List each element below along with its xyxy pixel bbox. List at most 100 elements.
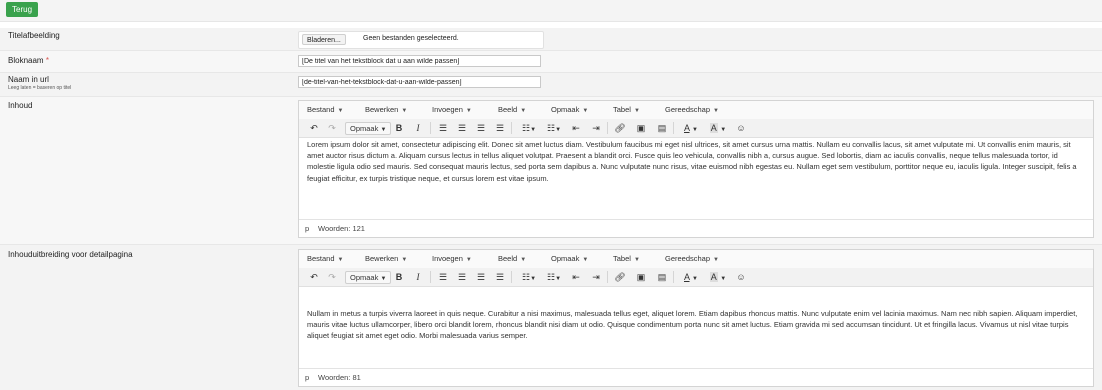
bold-button[interactable]: B (394, 271, 404, 283)
editor-menubar: Bestand ▼ Bewerken ▼ Invoegen ▼ Beeld ▼ Opma… (299, 101, 1093, 120)
align-center-icon[interactable]: ☰ (456, 122, 468, 134)
text-color-button[interactable]: A ▼ (680, 271, 702, 283)
naam-in-url-input[interactable] (298, 76, 541, 88)
chevron-down-icon: ▼ (520, 257, 527, 263)
bloknaam-label: Bloknaam * (8, 56, 49, 65)
align-center-icon[interactable]: ☰ (456, 271, 468, 283)
menu-tabel-label: Tabel (613, 105, 631, 114)
menu-bewerken[interactable]: Bewerken ▼ (365, 105, 407, 114)
inhoud-editor[interactable]: Bestand ▼ Bewerken ▼ Invoegen ▼ Beeld ▼ Opma… (298, 100, 1094, 238)
background-color-button[interactable]: A ▼ (707, 271, 729, 283)
menu-tabel[interactable]: Tabel ▼ (613, 254, 640, 263)
chevron-down-icon: ▼ (337, 257, 344, 263)
editor-content[interactable]: Lorem ipsum dolor sit amet, consectetur … (307, 139, 1085, 184)
numbered-list-icon[interactable]: ☷▼ (543, 271, 565, 283)
element-path[interactable]: p (305, 373, 309, 382)
indent-icon[interactable]: ⇥ (590, 271, 602, 283)
chevron-down-icon: ▼ (401, 108, 408, 114)
menu-bestand[interactable]: Bestand ▼ (307, 105, 343, 114)
align-right-icon[interactable]: ☰ (475, 122, 487, 134)
chevron-down-icon: ▼ (401, 257, 408, 263)
menu-beeld[interactable]: Beeld ▼ (498, 105, 526, 114)
image-icon[interactable]: ▣ (635, 271, 647, 283)
editor-menubar: Bestand ▼ Bewerken ▼ Invoegen ▼ Beeld ▼ Opma… (299, 250, 1093, 269)
format-dropdown[interactable]: Opmaak ▼ (345, 122, 392, 135)
bullet-list-icon[interactable]: ☷▼ (518, 122, 540, 134)
undo-icon[interactable]: ↶ (309, 122, 319, 134)
browse-button[interactable]: Bladeren... (302, 34, 346, 45)
image-icon[interactable]: ▣ (635, 122, 647, 134)
menu-beeld[interactable]: Beeld ▼ (498, 254, 526, 263)
menu-bewerken[interactable]: Bewerken ▼ (365, 254, 407, 263)
toolbar-divider (511, 271, 512, 283)
toolbar-divider (430, 122, 431, 134)
link-icon[interactable]: 🔗︎ (614, 271, 626, 283)
titelafbeelding-label: Titelafbeelding (8, 31, 60, 40)
emoticon-icon[interactable]: ☺ (735, 271, 747, 283)
titelafbeelding-file-input[interactable]: Bladeren... Geen bestanden geselecteerd. (298, 31, 544, 49)
indent-icon[interactable]: ⇥ (590, 122, 602, 134)
emoticon-icon[interactable]: ☺ (735, 122, 747, 134)
outdent-icon[interactable]: ⇤ (570, 122, 582, 134)
text-color-icon: A (684, 272, 690, 282)
toolbar-divider (673, 122, 674, 134)
element-path[interactable]: p (305, 224, 309, 233)
align-justify-icon[interactable]: ☰ (494, 271, 506, 283)
editor-toolbar: ↶ ↷ Opmaak ▼ B I ☰ ☰ ☰ ☰ ☷▼ ☷▼ ⇤ ⇥ 🔗︎ ▣ … (299, 119, 1093, 138)
text-color-button[interactable]: A ▼ (680, 122, 702, 134)
numbered-list-icon[interactable]: ☷▼ (543, 122, 565, 134)
chevron-down-icon: ▼ (692, 127, 698, 133)
align-justify-icon[interactable]: ☰ (494, 122, 506, 134)
toolbar-divider (607, 271, 608, 283)
menu-bestand[interactable]: Bestand ▼ (307, 254, 343, 263)
redo-icon[interactable]: ↷ (327, 122, 337, 134)
menu-invoegen[interactable]: Invoegen ▼ (432, 105, 472, 114)
menu-invoegen-label: Invoegen (432, 105, 463, 114)
menu-opmaak[interactable]: Opmaak ▼ (551, 254, 588, 263)
italic-button[interactable]: I (413, 122, 423, 134)
editor-content[interactable]: Nullam in metus a turpis viverra laoreet… (307, 308, 1085, 342)
row-bloknaam: Bloknaam * (0, 50, 1102, 73)
menu-gereedschap-label: Gereedschap (665, 105, 711, 114)
chevron-down-icon: ▼ (465, 257, 472, 263)
menu-bewerken-label: Bewerken (365, 254, 399, 263)
media-icon[interactable]: ▤ (656, 122, 668, 134)
align-left-icon[interactable]: ☰ (437, 271, 449, 283)
chevron-down-icon: ▼ (582, 257, 589, 263)
chevron-down-icon: ▼ (713, 108, 719, 114)
redo-icon[interactable]: ↷ (327, 271, 337, 283)
chevron-down-icon: ▼ (633, 108, 640, 114)
editor-statusbar: p Woorden: 121 (299, 219, 1093, 237)
bold-button[interactable]: B (394, 122, 404, 134)
format-dropdown[interactable]: Opmaak ▼ (345, 271, 392, 284)
chevron-down-icon: ▼ (582, 108, 589, 114)
menu-tabel[interactable]: Tabel ▼ (613, 105, 640, 114)
outdent-icon[interactable]: ⇤ (570, 271, 582, 283)
editor-statusbar: p Woorden: 81 (299, 368, 1093, 386)
back-button[interactable]: Terug (6, 2, 39, 17)
naam-in-url-label: Naam in url (8, 75, 49, 84)
inhoud-uitbreiding-editor[interactable]: Bestand ▼ Bewerken ▼ Invoegen ▼ Beeld ▼ Opma… (298, 249, 1094, 387)
background-color-button[interactable]: A ▼ (707, 122, 729, 134)
editor-toolbar: ↶ ↷ Opmaak ▼ B I ☰ ☰ ☰ ☰ ☷▼ ☷▼ ⇤ ⇥ 🔗︎ ▣ … (299, 268, 1093, 287)
toolbar-divider (511, 122, 512, 134)
media-icon[interactable]: ▤ (656, 271, 668, 283)
menu-opmaak[interactable]: Opmaak ▼ (551, 105, 588, 114)
menu-gereedschap[interactable]: Gereedschap ▼ (665, 105, 719, 114)
menu-opmaak-label: Opmaak (551, 105, 580, 114)
align-right-icon[interactable]: ☰ (475, 271, 487, 283)
bullet-list-icon[interactable]: ☷▼ (518, 271, 540, 283)
menu-tabel-label: Tabel (613, 254, 631, 263)
italic-button[interactable]: I (413, 271, 423, 283)
bloknaam-input[interactable] (298, 55, 541, 67)
chevron-down-icon: ▼ (465, 108, 472, 114)
top-bar: Terug (0, 0, 1102, 22)
menu-gereedschap[interactable]: Gereedschap ▼ (665, 254, 719, 263)
undo-icon[interactable]: ↶ (309, 271, 319, 283)
menu-opmaak-label: Opmaak (551, 254, 580, 263)
chevron-down-icon: ▼ (337, 108, 344, 114)
menu-invoegen[interactable]: Invoegen ▼ (432, 254, 472, 263)
link-icon[interactable]: 🔗︎ (614, 122, 626, 134)
align-left-icon[interactable]: ☰ (437, 122, 449, 134)
inhoud-uitbreiding-label: Inhouduitbreiding voor detailpagina (8, 250, 133, 259)
